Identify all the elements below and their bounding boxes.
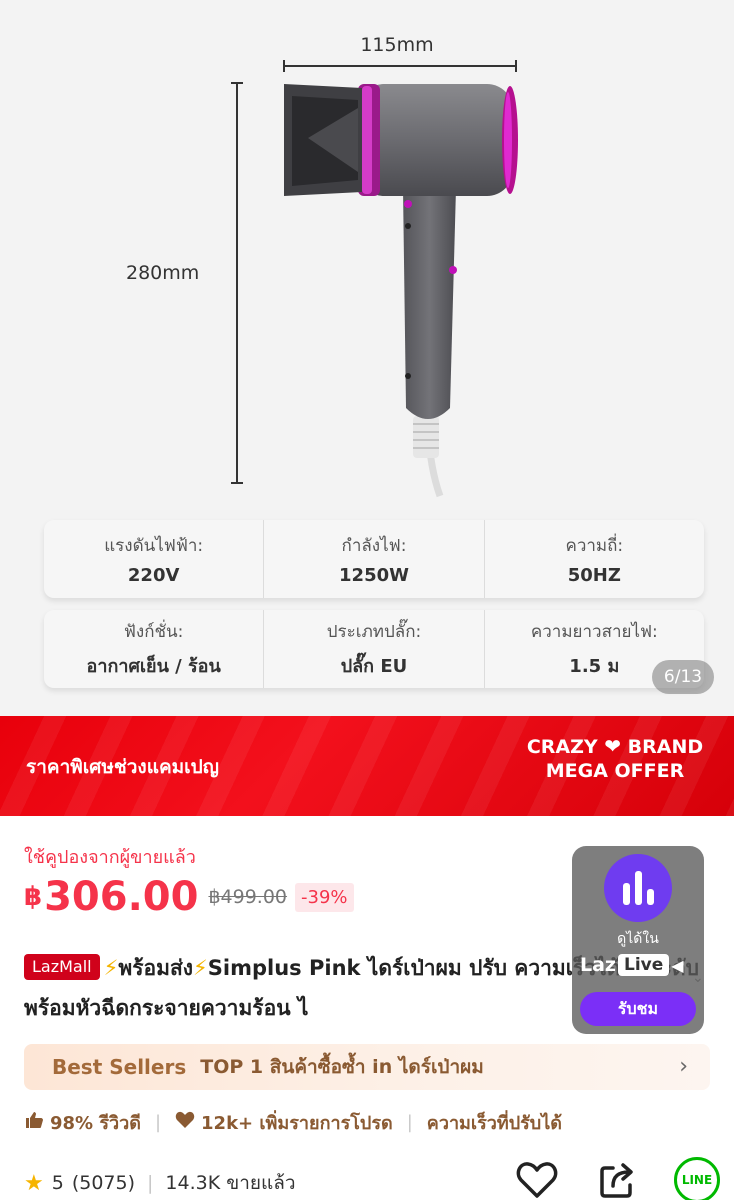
line-share-button[interactable]: LINE xyxy=(672,1157,722,1200)
watch-live-button[interactable]: รับชม xyxy=(580,992,696,1026)
image-counter: 6/13 xyxy=(652,660,714,694)
brand-text: BRAND xyxy=(627,736,704,758)
heart-icon: ❤ xyxy=(604,734,622,758)
rating-count: (5075) xyxy=(71,1172,136,1194)
currency-symbol: ฿ xyxy=(24,882,43,912)
line-icon: LINE xyxy=(674,1157,720,1200)
spec-label: แรงดันไฟฟ้า: xyxy=(104,536,204,556)
dimension-width-line xyxy=(283,60,517,72)
campaign-text: ราคาพิเศษช่วงแคมเปญ xyxy=(26,756,219,778)
spec-voltage: แรงดันไฟฟ้า: 220V xyxy=(44,520,265,598)
heart-outline-icon xyxy=(516,1162,558,1198)
spec-plug-type: ประเภทปลั๊ก: ปลั๊ก EU xyxy=(264,610,485,688)
spec-value: 1.5 ม xyxy=(569,656,620,677)
product-highlights: 98% รีวิวดี | 12k+ เพิ่มรายการโปรด | ควา… xyxy=(24,1108,562,1137)
spec-label: ความยาวสายไฟ: xyxy=(530,622,658,642)
spec-value: 1250W xyxy=(339,565,409,586)
heart-icon xyxy=(175,1111,195,1134)
mega-offer-text: MEGA OFFER xyxy=(545,760,685,782)
action-icons: LINE xyxy=(512,1157,722,1200)
discount-badge: -39% xyxy=(295,882,354,912)
spec-value: ปลั๊ก EU xyxy=(340,656,408,677)
ready-to-ship-text: พร้อมส่ง xyxy=(118,956,194,980)
best-seller-ribbon[interactable]: Best Sellers TOP 1 สินค้าซื้อซ้ำ in ไดร์… xyxy=(24,1044,710,1090)
thumbs-up-icon xyxy=(24,1110,44,1135)
lazlive-widget[interactable]: ดูได้ใน Laz Live ◀ รับชม xyxy=(572,846,704,1034)
crazy-brand-logo: CRAZY ❤ BRAND MEGA OFFER xyxy=(520,734,710,783)
current-price: 306.00 xyxy=(44,874,199,920)
separator: | xyxy=(147,1172,154,1194)
spec-value: 220V xyxy=(127,565,180,586)
rating-row[interactable]: ★ 5 (5075) | 14.3K ขายแล้ว xyxy=(24,1168,296,1198)
rating-score: 5 xyxy=(51,1172,64,1194)
spec-label: ฟังก์ชั่น: xyxy=(123,622,184,642)
spec-frequency: ความถี่: 50HZ xyxy=(485,520,704,598)
spec-value: 50HZ xyxy=(567,565,621,586)
dimension-width-label: 115mm xyxy=(360,34,434,56)
live-equalizer-icon xyxy=(604,854,672,922)
star-icon: ★ xyxy=(24,1170,44,1196)
best-sellers-text: TOP 1 สินค้าซื้อซ้ำ in ไดร์เป่าผม xyxy=(200,1056,484,1078)
spec-card-electrical: แรงดันไฟฟ้า: 220V กำลังไฟ: 1250W ความถี่… xyxy=(44,520,704,598)
separator: | xyxy=(406,1112,413,1133)
chevron-down-icon: ⌄ xyxy=(692,970,704,986)
original-price: ฿499.00 xyxy=(208,886,288,908)
lazmall-badge: LazMall xyxy=(24,954,100,980)
feature-highlight: ความเร็วที่ปรับได้ xyxy=(426,1113,562,1134)
wishlist-button[interactable] xyxy=(512,1160,562,1200)
product-image-gallery[interactable]: 115mm 280mm แรงดันไฟฟ้า: 220V กำลังไฟ: 1… xyxy=(0,0,734,716)
spec-label: ความถี่: xyxy=(565,536,624,556)
spec-power: กำลังไฟ: 1250W xyxy=(264,520,485,598)
spec-value: อากาศเย็น / ร้อน xyxy=(86,656,221,677)
coupon-applied-note: ใช้คูปองจากผู้ขายแล้ว xyxy=(24,847,196,868)
laz-text: Laz xyxy=(580,954,616,976)
live-text: Live xyxy=(618,954,670,976)
spec-label: ประเภทปลั๊ก: xyxy=(326,622,422,642)
wishlist-count: 12k+ เพิ่มรายการโปรด xyxy=(201,1113,393,1134)
lightning-icon: ⚡ xyxy=(193,956,208,980)
review-rate: 98% รีวิวดี xyxy=(50,1113,141,1134)
spec-function: ฟังก์ชั่น: อากาศเย็น / ร้อน xyxy=(44,610,265,688)
spec-card-features: ฟังก์ชั่น: อากาศเย็น / ร้อน ประเภทปลั๊ก:… xyxy=(44,610,704,688)
spec-label: กำลังไฟ: xyxy=(341,536,407,556)
lazlive-logo: Laz Live ◀ xyxy=(580,954,684,976)
share-icon xyxy=(600,1163,633,1198)
chevron-right-icon: › xyxy=(679,1054,688,1079)
camera-icon: ◀ xyxy=(671,955,684,975)
campaign-banner[interactable]: ราคาพิเศษช่วงแคมเปญ CRAZY ❤ BRAND MEGA O… xyxy=(0,716,734,816)
live-caption: ดูได้ใน xyxy=(617,931,659,947)
sold-count: 14.3K ขายแล้ว xyxy=(165,1172,296,1194)
share-button[interactable] xyxy=(592,1160,642,1200)
dimension-height-line xyxy=(231,82,243,484)
lightning-icon: ⚡ xyxy=(103,956,119,980)
crazy-text: CRAZY xyxy=(526,736,598,758)
hair-dryer-image xyxy=(284,84,518,498)
separator: | xyxy=(154,1112,162,1133)
price-row: ฿ 306.00 ฿499.00 -39% xyxy=(24,874,354,920)
best-sellers-title: Best Sellers xyxy=(52,1055,187,1079)
dimension-height-label: 280mm xyxy=(126,262,200,284)
